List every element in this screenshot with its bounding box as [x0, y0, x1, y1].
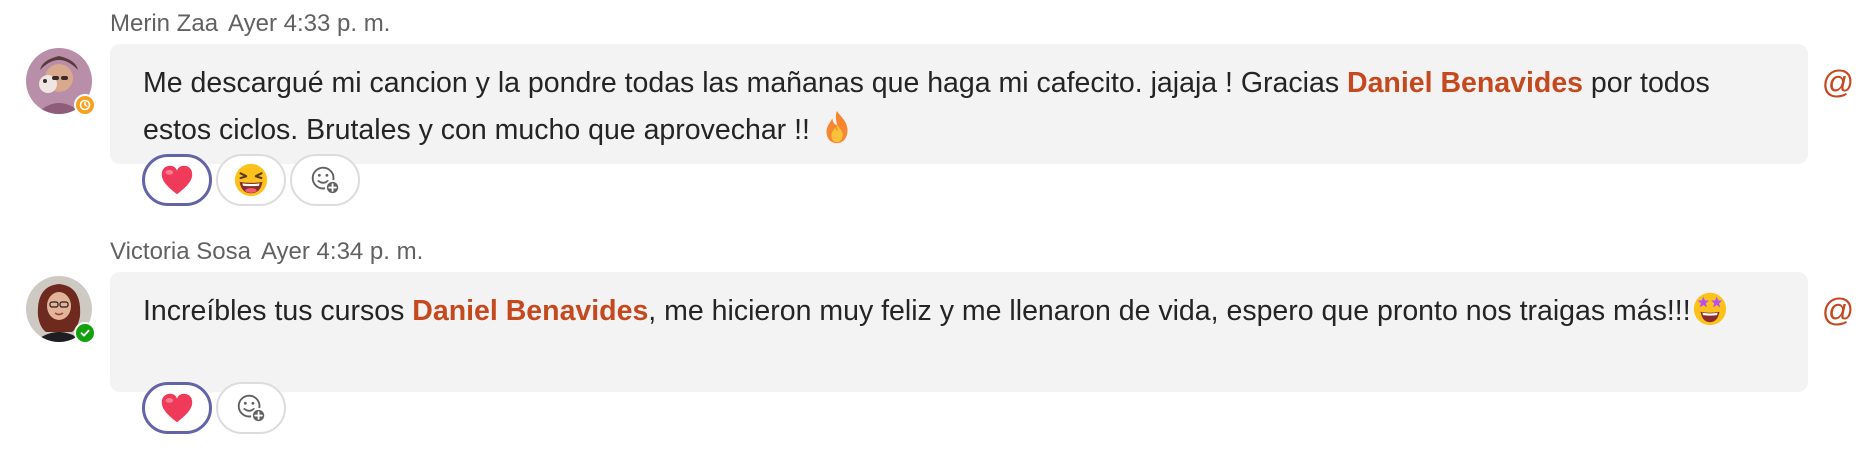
message-text: , me hicieron muy feliz y me llenaron de… [648, 295, 1691, 327]
message-bubble[interactable]: Me descargué mi cancion y la pondre toda… [110, 44, 1808, 164]
reaction-laugh[interactable] [216, 154, 286, 206]
status-away-icon [74, 94, 96, 116]
message-text: Increíbles tus cursos [143, 295, 413, 327]
reaction-heart[interactable] [142, 154, 212, 206]
mention-at-button[interactable]: @ [1818, 290, 1858, 330]
reactions-bar [142, 154, 360, 206]
message-header: Merin Zaa Ayer 4:33 p. m. [110, 10, 390, 38]
message-timestamp: Ayer 4:33 p. m. [228, 10, 391, 37]
heart-emoji-icon [161, 393, 193, 423]
mention-link[interactable]: Daniel Benavides [1347, 67, 1583, 99]
avatar[interactable] [26, 276, 96, 344]
mention-link[interactable]: Daniel Benavides [412, 295, 648, 327]
message-text: Me descargué mi cancion y la pondre toda… [143, 67, 1347, 99]
chat-message: Victoria Sosa Ayer 4:34 p. m. Increíbles … [0, 228, 1876, 450]
message-header: Victoria Sosa Ayer 4:34 p. m. [110, 238, 423, 266]
heart-emoji-icon [161, 165, 193, 195]
add-reaction-button[interactable] [216, 382, 286, 434]
add-reaction-button[interactable] [290, 154, 360, 206]
message-bubble[interactable]: Increíbles tus cursos Daniel Benavides, … [110, 272, 1808, 392]
author-name: Merin Zaa [110, 10, 219, 37]
chat-message: Merin Zaa Ayer 4:33 p. m. Me descargué mi… [0, 0, 1876, 225]
add-reaction-icon [237, 394, 267, 424]
add-reaction-icon [311, 166, 341, 196]
laughing-emoji-icon [234, 163, 268, 197]
reaction-heart[interactable] [142, 382, 212, 434]
star-struck-emoji-icon [1691, 289, 1729, 327]
mention-at-button[interactable]: @ [1818, 62, 1858, 102]
fire-emoji-icon [818, 108, 856, 146]
author-name: Victoria Sosa [110, 238, 251, 265]
reactions-bar [142, 382, 286, 434]
avatar[interactable] [26, 48, 96, 116]
message-timestamp: Ayer 4:34 p. m. [260, 238, 424, 265]
status-available-icon [74, 322, 96, 344]
chat-thread: Merin Zaa Ayer 4:33 p. m. Me descargué mi… [0, 0, 1876, 450]
